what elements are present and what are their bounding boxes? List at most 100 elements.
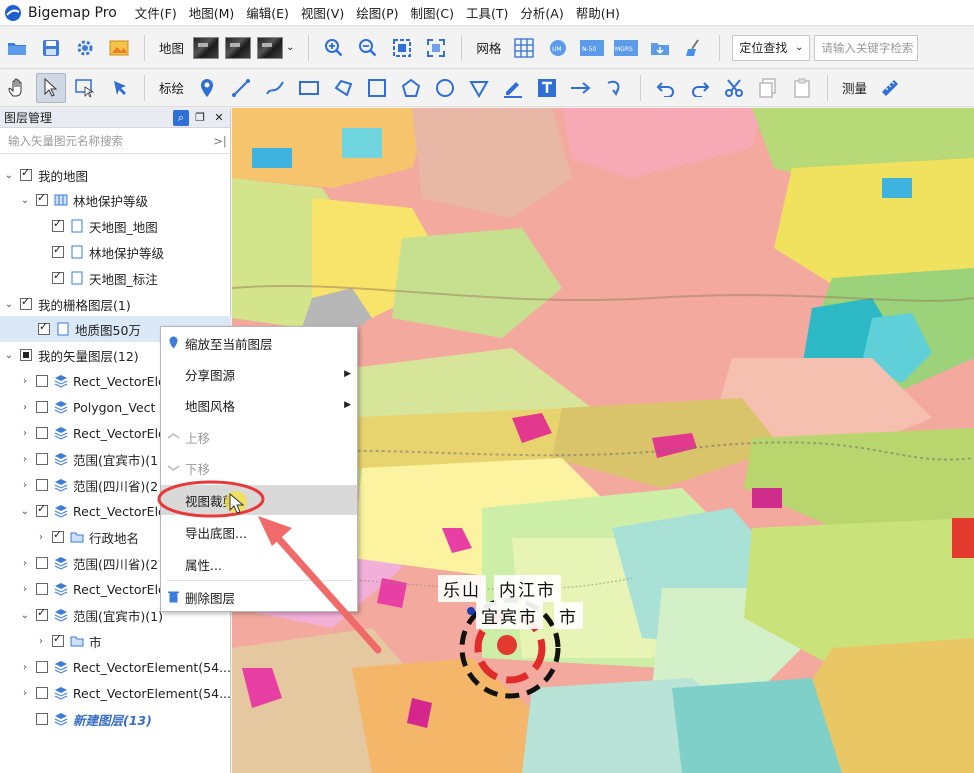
basemap-thumb-3[interactable] bbox=[257, 36, 284, 59]
draw-text-button[interactable] bbox=[532, 73, 562, 103]
mapsheet-grid-button[interactable]: N-50 bbox=[577, 33, 607, 63]
draw-line-button[interactable] bbox=[226, 73, 256, 103]
zoom-out-button[interactable] bbox=[353, 33, 383, 63]
select-tool-button[interactable] bbox=[36, 72, 66, 103]
expand-chevron-icon[interactable]: › bbox=[18, 584, 32, 595]
grid-button[interactable] bbox=[509, 33, 539, 63]
import-button[interactable] bbox=[645, 33, 675, 63]
menu-view-clip[interactable]: 视图裁剪 bbox=[161, 485, 357, 515]
fit-window-button[interactable] bbox=[421, 33, 451, 63]
draw-square-button[interactable] bbox=[362, 73, 392, 103]
draw-circle-button[interactable] bbox=[430, 73, 460, 103]
layer-checkbox[interactable] bbox=[36, 606, 48, 621]
expand-chevron-icon[interactable]: › bbox=[18, 428, 32, 439]
cut-button[interactable] bbox=[719, 73, 749, 103]
basemap-thumb-2[interactable] bbox=[225, 36, 252, 59]
menu-zoom-to-layer[interactable]: 缩放至当前图层 bbox=[161, 328, 357, 358]
redo-button[interactable] bbox=[685, 73, 715, 103]
layer-checkbox[interactable] bbox=[36, 479, 48, 491]
draw-sector-button[interactable] bbox=[464, 73, 494, 103]
layer-checkbox[interactable] bbox=[36, 375, 48, 387]
layer-checkbox[interactable] bbox=[52, 528, 64, 543]
layer-checkbox[interactable] bbox=[38, 320, 50, 335]
measure-button[interactable] bbox=[875, 73, 905, 103]
expand-chevron-icon[interactable]: › bbox=[34, 532, 48, 543]
layer-checkbox[interactable] bbox=[52, 217, 64, 232]
draw-arrow-button[interactable] bbox=[566, 73, 596, 103]
expand-chevron-icon[interactable]: › bbox=[18, 662, 32, 673]
layer-checkbox[interactable] bbox=[36, 427, 48, 439]
layer-checkbox[interactable] bbox=[36, 713, 48, 725]
expand-chevron-icon[interactable]: › bbox=[18, 480, 32, 491]
menu-file[interactable]: 文件(F) bbox=[135, 3, 177, 22]
basemap-thumb-1[interactable] bbox=[193, 36, 220, 59]
restore-icon[interactable]: ❐ bbox=[192, 110, 208, 126]
tree-node-raster-group[interactable]: ⌄ 我的栅格图层(1) bbox=[0, 291, 231, 317]
expand-chevron-icon[interactable]: › bbox=[18, 454, 32, 465]
layer-checkbox[interactable] bbox=[20, 166, 32, 181]
menu-draw[interactable]: 绘图(P) bbox=[356, 3, 398, 22]
expand-chevron-icon[interactable]: ⌄ bbox=[2, 350, 16, 361]
utm-grid-button[interactable]: UM bbox=[543, 33, 573, 63]
box-select-button[interactable] bbox=[70, 73, 100, 103]
menu-share-source[interactable]: 分享图源 ▶ bbox=[161, 359, 357, 389]
image-button[interactable] bbox=[104, 33, 134, 63]
layer-checkbox[interactable] bbox=[36, 453, 48, 465]
menu-analysis[interactable]: 分析(A) bbox=[520, 3, 563, 22]
menu-map-style[interactable]: 地图风格 ▶ bbox=[161, 390, 357, 420]
expand-chevron-icon[interactable]: › bbox=[18, 402, 32, 413]
layer-checkbox[interactable] bbox=[20, 295, 32, 310]
layer-checkbox[interactable] bbox=[35, 687, 48, 699]
draw-point-button[interactable] bbox=[192, 73, 222, 103]
menu-move-down[interactable]: 下移 bbox=[161, 453, 357, 483]
settings-button[interactable] bbox=[70, 33, 100, 63]
tree-node-forest-level[interactable]: 林地保护等级 bbox=[0, 239, 231, 265]
expand-chevron-icon[interactable]: ⌄ bbox=[2, 170, 16, 181]
paste-button[interactable] bbox=[787, 73, 817, 103]
expand-chevron-icon[interactable]: ⌄ bbox=[2, 299, 16, 310]
menu-edit[interactable]: 编辑(E) bbox=[246, 3, 289, 22]
tree-node-my-map[interactable]: ⌄ 我的地图 bbox=[0, 162, 231, 188]
save-button[interactable] bbox=[36, 33, 66, 63]
chevron-down-icon[interactable]: ⌄ bbox=[286, 42, 294, 53]
search-submit-icon[interactable]: >| bbox=[210, 134, 230, 148]
draw-pentagon-button[interactable] bbox=[396, 73, 426, 103]
tree-node-forest-group[interactable]: ⌄ 林地保护等级 bbox=[0, 187, 231, 213]
layer-checkbox[interactable] bbox=[52, 632, 64, 647]
menu-view[interactable]: 视图(V) bbox=[301, 3, 344, 22]
identify-button[interactable] bbox=[104, 73, 134, 103]
menu-export-basemap[interactable]: 导出底图... bbox=[161, 517, 357, 547]
layer-checkbox[interactable] bbox=[36, 401, 48, 413]
draw-curved-arrow-button[interactable] bbox=[600, 73, 630, 103]
layer-checkbox[interactable] bbox=[36, 191, 48, 206]
tree-node-vector-layer[interactable]: › Rect_VectorElement(54... bbox=[0, 680, 231, 706]
expand-chevron-icon[interactable]: ⌄ bbox=[18, 195, 32, 206]
menu-move-up[interactable]: 上移 bbox=[161, 422, 357, 452]
keyword-search-input[interactable]: 请输入关键字检索 bbox=[814, 34, 919, 61]
menu-help[interactable]: 帮助(H) bbox=[576, 3, 620, 22]
layer-checkbox[interactable] bbox=[52, 269, 64, 284]
draw-rect-button[interactable] bbox=[294, 73, 324, 103]
layer-checkbox[interactable] bbox=[20, 349, 32, 361]
tree-node-vector-layer[interactable]: › Rect_VectorElement(54... bbox=[0, 654, 231, 680]
search-icon[interactable]: ⌕ bbox=[173, 109, 189, 126]
mgrs-grid-button[interactable]: MGRS bbox=[611, 33, 641, 63]
layer-checkbox[interactable] bbox=[36, 502, 48, 517]
full-extent-button[interactable] bbox=[387, 33, 417, 63]
close-icon[interactable]: ✕ bbox=[211, 110, 227, 126]
expand-chevron-icon[interactable]: › bbox=[18, 376, 32, 387]
tree-node-city[interactable]: › 市 bbox=[0, 628, 231, 654]
draw-polygon-button[interactable] bbox=[328, 73, 358, 103]
expand-chevron-icon[interactable]: › bbox=[34, 636, 48, 647]
locate-dropdown[interactable]: 定位查找 ⌄ bbox=[732, 34, 811, 61]
expand-chevron-icon[interactable]: ⌄ bbox=[18, 610, 32, 621]
zoom-in-button[interactable] bbox=[319, 33, 349, 63]
undo-button[interactable] bbox=[651, 73, 681, 103]
menu-map[interactable]: 地图(M) bbox=[189, 3, 235, 22]
layer-checkbox[interactable] bbox=[36, 557, 48, 569]
copy-button[interactable] bbox=[753, 73, 783, 103]
menu-cartography[interactable]: 制图(C) bbox=[411, 3, 454, 22]
tree-node-new-layer[interactable]: 新建图层(13) bbox=[0, 706, 231, 732]
expand-chevron-icon[interactable]: ⌄ bbox=[18, 506, 32, 517]
menu-tools[interactable]: 工具(T) bbox=[466, 3, 508, 22]
